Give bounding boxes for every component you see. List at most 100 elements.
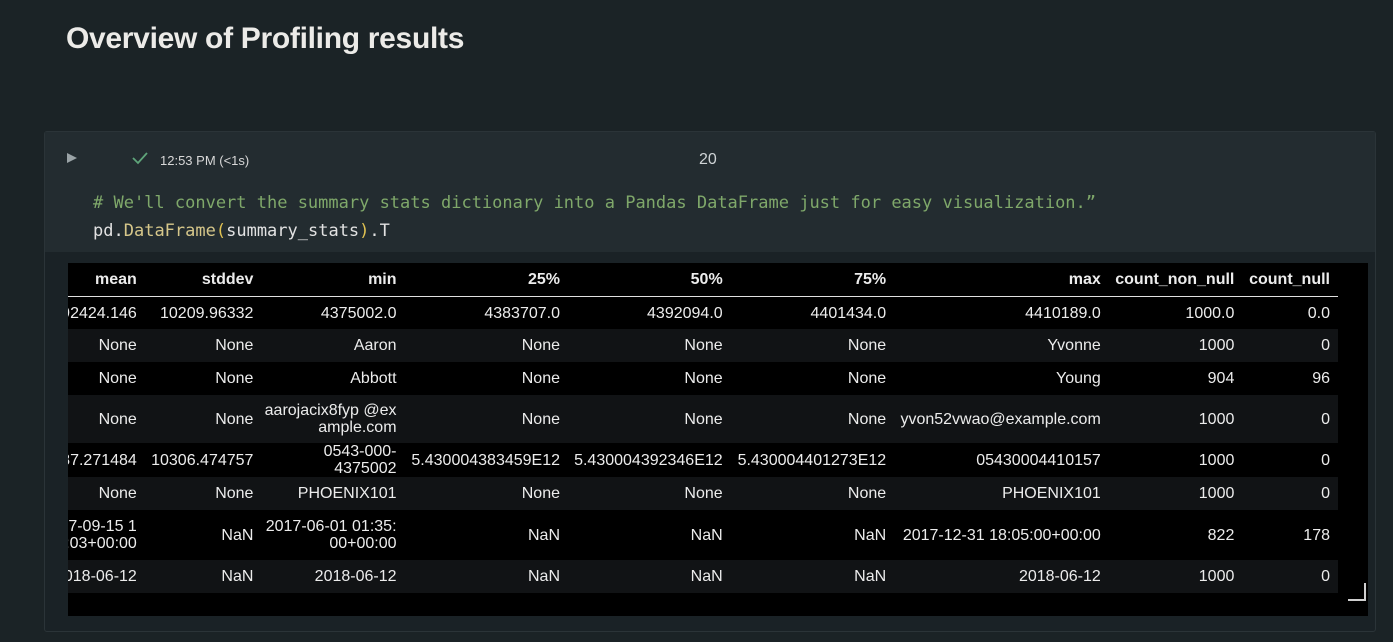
table-cell: None [684, 410, 723, 428]
table-cell: PHOENIX101 [1002, 485, 1101, 502]
code-token-obj: pd [93, 221, 114, 241]
page-title: Overview of Profiling results [66, 22, 465, 55]
column-header: 75% [730, 263, 895, 297]
table-cell: 4383707.0 [484, 304, 560, 322]
table-row: 4392424.146 10209.96332 4375002.0 438370… [68, 296, 1338, 329]
table-cell: None [98, 337, 137, 354]
table-cell: 10209.96332 [160, 304, 254, 322]
table-cell: 05430004410157 [976, 451, 1101, 469]
table-cell: 1000 [1198, 337, 1235, 354]
table-cell: 4392424.146 [68, 304, 137, 322]
table-cell: 0 [1321, 410, 1330, 428]
column-header: 50% [568, 263, 731, 297]
column-header: stddev [144, 263, 262, 297]
table-cell: None [521, 337, 560, 354]
table-cell: 904 [1207, 370, 1235, 387]
table-cell: 2018-06-12 [68, 568, 137, 585]
table-cell: 822 [1207, 526, 1235, 544]
execution-time: 12:53 PM (<1s) [160, 153, 250, 168]
table-cell: 4392094.0 [647, 304, 723, 322]
code-editor[interactable]: # We'll convert the summary stats dictio… [93, 189, 1096, 245]
table-cell: None [98, 410, 137, 428]
table-cell: 2018-06-12 [1018, 568, 1101, 585]
table-cell: 5.430004383459E12 [411, 451, 560, 469]
table-row: None None Aaron None None None Yvonne 10… [68, 329, 1338, 362]
table-row: 2018-06-12 NaN 2018-06-12 NaN NaN NaN 20… [68, 560, 1338, 593]
table-cell: None [847, 410, 887, 428]
table-header-row: mean stddev min 25% 50% 75% max count_no… [68, 263, 1338, 297]
table-cell: NaN [527, 526, 560, 544]
table-cell: None [684, 337, 723, 354]
table-cell: Abbott [350, 370, 397, 387]
cell-output[interactable]: mean stddev min 25% 50% 75% max count_no… [68, 263, 1368, 616]
table-cell: 10306.474757 [151, 451, 254, 469]
code-token-fn: DataFrame [123, 221, 216, 241]
column-header: min [261, 263, 405, 297]
table-cell: None [847, 485, 887, 502]
table-cell: 96 [1312, 370, 1330, 387]
table-cell: 178 [1303, 526, 1330, 544]
notebook-cell[interactable]: 12:53 PM (<1s) 20 # We'll convert the su… [44, 131, 1376, 632]
cell-header: 12:53 PM (<1s) 20 # We'll convert the su… [45, 132, 1375, 252]
table-cell: Young [1055, 370, 1101, 387]
table-cell: 5.430004401273E12 [737, 451, 887, 469]
table-row: 5287.271484 10306.474757 0543-000-437500… [68, 443, 1338, 477]
table-cell: 1000 [1198, 451, 1235, 469]
column-header: count_non_null [1108, 263, 1243, 297]
table-cell: None [98, 370, 137, 387]
table-cell: 0.0 [1307, 304, 1330, 322]
table-cell: None [521, 485, 560, 502]
table-cell: 1000 [1198, 485, 1235, 502]
code-comment: # We'll convert the summary stats dictio… [93, 193, 1097, 213]
table-row: None None PHOENIX101 None None None PHOE… [68, 477, 1338, 510]
table-cell: NaN [690, 568, 723, 585]
table-cell: NaN [221, 526, 254, 544]
table-cell: 4410189.0 [1025, 304, 1101, 322]
table-cell: 4375002.0 [320, 304, 397, 322]
table-cell: PHOENIX101 [297, 485, 397, 502]
code-token-arg: summary_stats [226, 221, 360, 241]
table-cell: None [215, 370, 254, 387]
table-cell: Aaron [353, 337, 397, 354]
table-cell: None [847, 337, 887, 354]
table-cell: 0 [1321, 337, 1330, 354]
table-cell: None [215, 485, 254, 502]
code-token-suffix: .T [369, 221, 390, 241]
table-cell: None [521, 410, 560, 428]
table-cell: None [847, 370, 887, 387]
table-cell: 1000 [1198, 568, 1235, 585]
table-cell: 4401434.0 [810, 304, 887, 322]
table-cell: NaN [221, 568, 254, 585]
table-cell: NaN [690, 526, 723, 544]
table-cell: None [684, 485, 723, 502]
table-cell: None [215, 410, 254, 428]
table-row: None None Abbott None None None Young 90… [68, 362, 1338, 395]
code-token-open: ( [215, 221, 227, 241]
table-cell: 2017-09-15 12:03+00:00 [68, 518, 137, 552]
table-cell: NaN [854, 568, 887, 585]
table-cell: aarojacix8fyp @example.com [264, 402, 397, 436]
check-icon [132, 152, 148, 165]
table-cell: 0 [1321, 451, 1330, 469]
table-cell: NaN [854, 526, 887, 544]
table-cell: 1000.0 [1185, 304, 1235, 322]
table-row: None None aarojacix8fyp @example.com Non… [68, 395, 1338, 443]
table-cell: None [684, 370, 723, 387]
column-header: count_null [1242, 263, 1338, 297]
table-cell: 0 [1321, 485, 1330, 502]
table-row: 2017-09-15 12:03+00:00 NaN 2017-06-01 01… [68, 510, 1338, 560]
table-cell: 5.430004392346E12 [574, 451, 723, 469]
column-header: mean [68, 263, 145, 297]
table-cell: 0 [1321, 568, 1330, 585]
table-cell: 2017-12-31 18:05:00+00:00 [902, 526, 1101, 544]
dataframe-table: mean stddev min 25% 50% 75% max count_no… [68, 263, 1338, 593]
table-cell: None [521, 370, 560, 387]
table-cell: 5287.271484 [68, 451, 137, 469]
run-cell-button[interactable] [67, 153, 77, 163]
code-token-close: ) [359, 221, 370, 241]
table-cell: 2017-06-01 01:35:00+00:00 [265, 518, 397, 552]
output-resize-handle[interactable] [1348, 583, 1366, 601]
column-header: max [894, 263, 1109, 297]
table-cell: Yvonne [1047, 337, 1101, 354]
table-cell: None [215, 337, 254, 354]
